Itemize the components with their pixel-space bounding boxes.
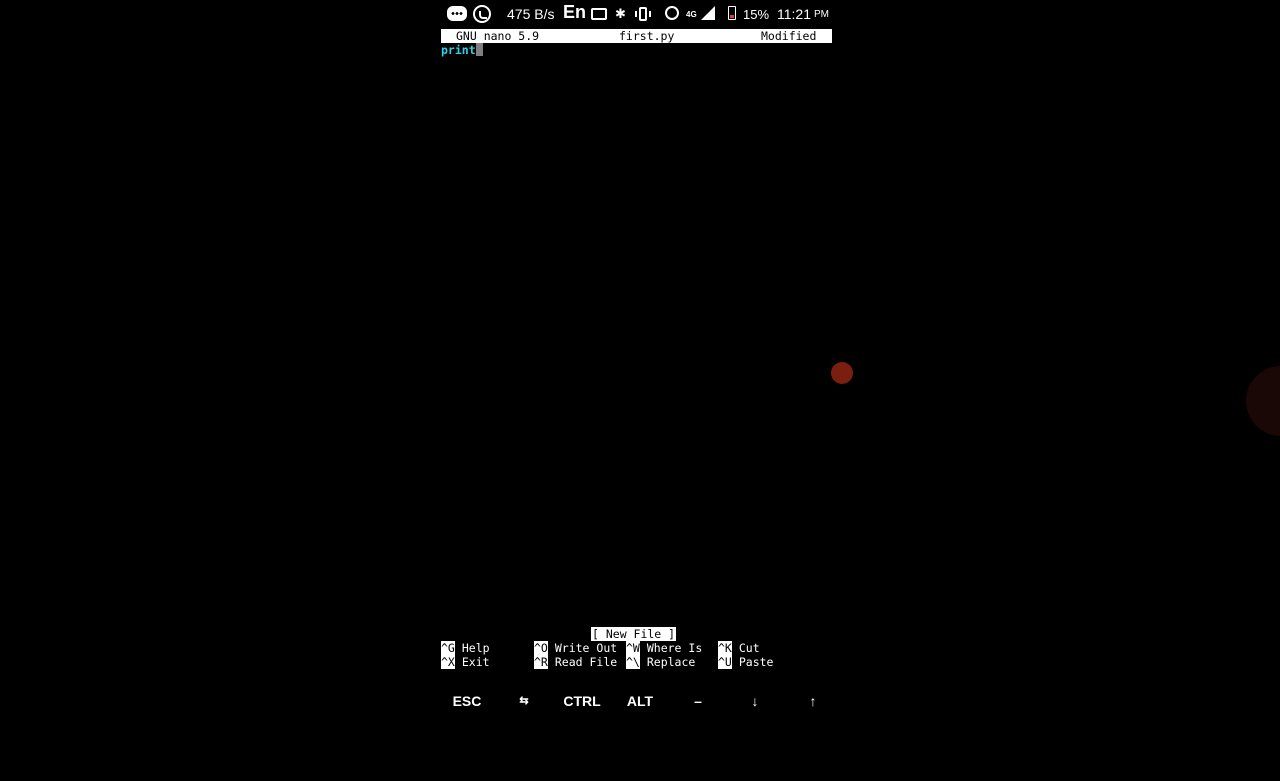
shortcut-key: ^W [626, 641, 640, 655]
file-name: first.py [619, 29, 675, 43]
status-message: [ New File ] [591, 627, 677, 641]
shortcut-key: ^K [718, 641, 732, 655]
signal-icon [701, 6, 715, 20]
chat-icon [447, 6, 467, 21]
shortcut-key: ^X [441, 655, 455, 669]
touch-indicator [831, 362, 853, 384]
arrow-up-key[interactable]: ↑ [784, 688, 842, 714]
shortcut-label: Paste [738, 655, 774, 669]
shortcut-paste[interactable]: ^U Paste [718, 655, 773, 669]
shortcut-key: ^R [534, 655, 548, 669]
shortcut-label: Read File [554, 655, 618, 669]
shortcut-label: Where Is [646, 641, 703, 655]
extra-keys-row: ESC ⇆ CTRL ALT – ↓ ↑ [437, 688, 843, 714]
shortcut-key: ^\ [626, 655, 640, 669]
network-type: 4G [686, 10, 697, 19]
shortcut-key: ^O [534, 641, 548, 655]
shortcut-label: Cut [738, 641, 760, 655]
shortcut-cut[interactable]: ^K Cut [718, 641, 760, 655]
net-speed: 475 B/s [507, 6, 555, 22]
battery-icon [728, 6, 736, 20]
shortcut-label: Exit [461, 655, 490, 669]
shortcut-label: Help [461, 641, 490, 655]
shortcut-replace[interactable]: ^\ Replace [626, 655, 695, 669]
nano-title-bar: GNU nano 5.9 first.py Modified [441, 29, 832, 43]
modified-indicator: Modified [761, 29, 817, 43]
text-cursor [475, 43, 483, 56]
touch-trail [1246, 366, 1280, 436]
bluetooth-icon: ✱ [615, 6, 626, 21]
shortcut-bar: ^G Help ^O Write Out ^W Where Is ^K Cut ^X Ex… [441, 641, 841, 669]
shortcut-key: ^G [441, 641, 455, 655]
editor-area[interactable]: print [441, 43, 483, 57]
clock: 11:21 PM [777, 4, 829, 24]
ctrl-key[interactable]: CTRL [553, 688, 611, 714]
alarm-icon [665, 6, 679, 20]
arrow-down-key[interactable]: ↓ [726, 688, 784, 714]
shortcut-read-file[interactable]: ^R Read File [534, 655, 617, 669]
nano-version: GNU nano 5.9 [456, 29, 540, 43]
shortcut-where-is[interactable]: ^W Where Is [626, 641, 702, 655]
input-language: En [563, 1, 587, 22]
shortcut-help[interactable]: ^G Help [441, 641, 490, 655]
clock-time: 11:21 [777, 6, 811, 22]
editor-text: print [441, 43, 476, 57]
alt-key[interactable]: ALT [611, 688, 669, 714]
shortcut-write-out[interactable]: ^O Write Out [534, 641, 617, 655]
clock-ampm: PM [814, 8, 829, 20]
phone-screen: 475 B/s En ✱ 4G 15% 11:21 PM GNU nano 5.9… [437, 0, 843, 720]
esc-key[interactable]: ESC [438, 688, 496, 714]
status-bar: 475 B/s En ✱ 4G 15% 11:21 PM [437, 0, 843, 28]
cast-icon [591, 8, 607, 20]
whatsapp-icon [473, 5, 491, 23]
vibrate-icon [635, 7, 651, 21]
tab-key[interactable]: ⇆ [495, 688, 553, 714]
shortcut-exit[interactable]: ^X Exit [441, 655, 490, 669]
shortcut-key: ^U [718, 655, 732, 669]
battery-percent: 15% [743, 6, 770, 22]
shortcut-label: Write Out [554, 641, 618, 655]
dash-key[interactable]: – [669, 688, 727, 714]
shortcut-label: Replace [646, 655, 696, 669]
